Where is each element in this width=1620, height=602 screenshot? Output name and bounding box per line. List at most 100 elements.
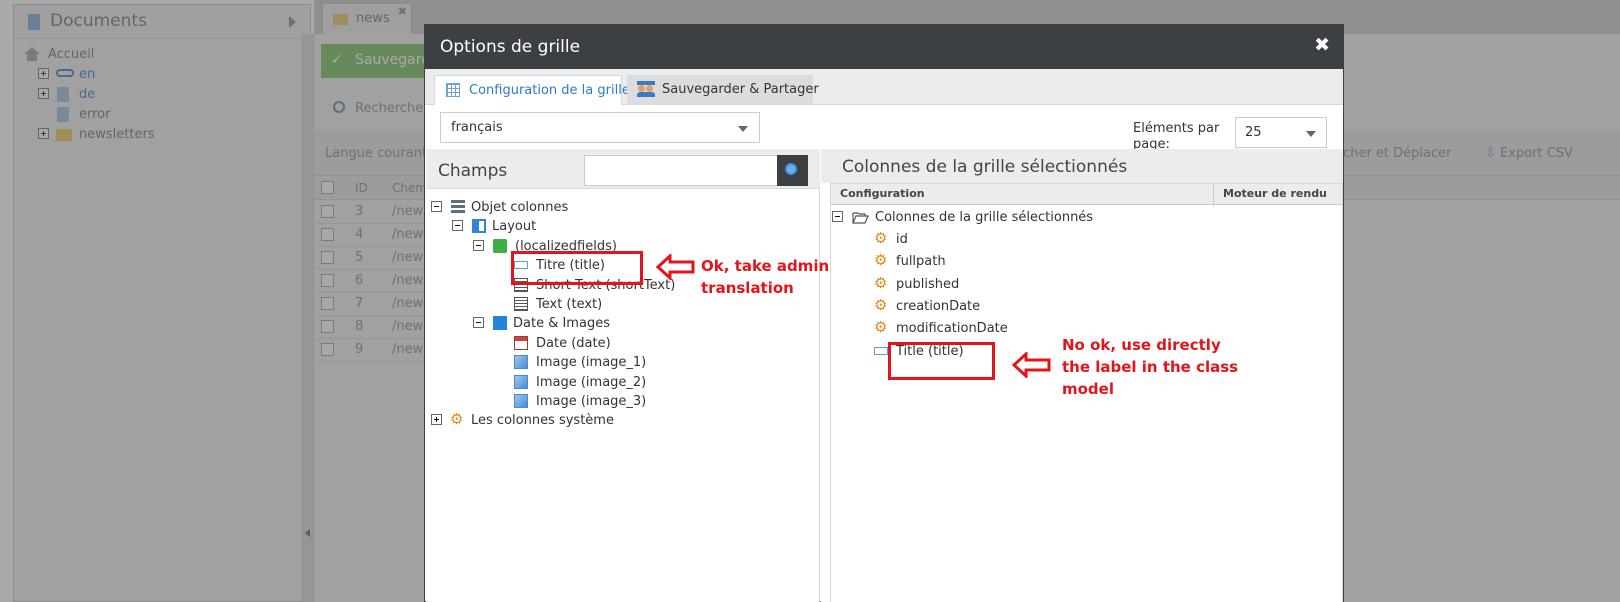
- row-path: /new: [392, 250, 424, 265]
- collapse-icon[interactable]: [431, 201, 442, 212]
- check-icon: ✓: [331, 52, 343, 68]
- close-icon[interactable]: ✖: [1314, 34, 1330, 56]
- collapse-icon[interactable]: [832, 211, 843, 222]
- tab-grid-configuration[interactable]: Configuration de la grille: [434, 75, 630, 105]
- tree-node-label: Text (text): [536, 297, 603, 312]
- column-header-path[interactable]: Chem: [392, 181, 427, 195]
- row-checkbox[interactable]: [321, 274, 334, 287]
- row-id: 8: [355, 319, 364, 334]
- annotation-not-ok-text: No ok, use directly the label in the cla…: [1062, 336, 1239, 398]
- tab-search[interactable]: Recherche,: [321, 94, 431, 124]
- collapse-icon[interactable]: [473, 240, 484, 251]
- tree-node-objects[interactable]: Objet colonnes: [431, 198, 731, 218]
- select-all-checkbox[interactable]: [321, 181, 334, 194]
- fields-search-input[interactable]: [584, 155, 778, 186]
- row-checkbox[interactable]: [321, 251, 334, 264]
- annotation-highlight-title: [888, 342, 995, 380]
- annotation-arrow-left-icon: [1012, 352, 1051, 378]
- tree-node-label: Image (image_1): [536, 355, 647, 370]
- export-csv-button[interactable]: ⇩ Export CSV: [1485, 146, 1573, 161]
- chevron-down-icon[interactable]: [738, 126, 748, 132]
- selected-column-item[interactable]: ⚙ creationDate: [874, 297, 1174, 317]
- save-button[interactable]: ✓ Sauvegarder: [321, 44, 444, 78]
- folder-open-icon: [852, 210, 869, 224]
- gear-icon: ⚙: [874, 251, 888, 269]
- collapse-icon[interactable]: [473, 317, 484, 328]
- tree-field-image-3[interactable]: Image (image_3): [514, 392, 814, 412]
- column-header-id[interactable]: ID: [355, 181, 368, 195]
- export-csv-label: Export CSV: [1500, 146, 1573, 161]
- row-path: /new: [392, 319, 424, 334]
- tree-node-label: Layout: [492, 219, 537, 234]
- row-id: 4: [355, 227, 364, 242]
- page-icon: [57, 107, 69, 122]
- search-tab-label: Recherche,: [355, 101, 428, 116]
- collapse-left-icon[interactable]: [305, 529, 310, 537]
- row-path: /new: [392, 204, 424, 219]
- selected-column-label: fullpath: [896, 254, 946, 269]
- stack-icon: [451, 200, 465, 214]
- tree-field-image-1[interactable]: Image (image_1): [514, 353, 814, 373]
- language-select-value: français: [451, 120, 503, 135]
- grid-options-dialog: Options de grille ✖ Configuration de la …: [424, 24, 1344, 602]
- tree-node-accueil[interactable]: Accueil: [24, 45, 224, 65]
- tree-node-date-images[interactable]: Date & Images: [473, 314, 773, 334]
- fields-panel-title: Champs: [438, 161, 508, 181]
- row-checkbox[interactable]: [321, 343, 334, 356]
- tree-node-system-columns[interactable]: ⚙ Les colonnes système: [431, 411, 731, 431]
- row-checkbox[interactable]: [321, 297, 334, 310]
- expand-icon[interactable]: [38, 68, 49, 79]
- tree-node-selected-root[interactable]: Colonnes de la grille sélectionnés: [832, 208, 1232, 228]
- tree-node-label: error: [79, 107, 111, 122]
- tree-node-label: Image (image_3): [536, 394, 647, 409]
- home-icon: [24, 47, 40, 61]
- row-checkbox[interactable]: [321, 205, 334, 218]
- column-header-configuration[interactable]: Configuration: [840, 187, 925, 200]
- tree-node-en[interactable]: en: [38, 65, 238, 85]
- close-tab-icon[interactable]: ✖: [398, 5, 407, 18]
- image-icon: [514, 355, 528, 369]
- tab-news[interactable]: news ✖: [322, 3, 412, 34]
- collapse-arrow-icon[interactable]: [289, 16, 296, 28]
- chevron-down-icon[interactable]: [1306, 131, 1316, 137]
- search-move-button[interactable]: rcher et Déplacer: [1338, 146, 1451, 161]
- tree-node-newsletters[interactable]: newsletters: [38, 125, 238, 145]
- per-page-select[interactable]: 25: [1235, 117, 1327, 148]
- expand-icon[interactable]: [38, 128, 49, 139]
- expand-icon[interactable]: [38, 88, 49, 99]
- tree-node-label: Colonnes de la grille sélectionnés: [875, 210, 1094, 225]
- gear-icon: ⚙: [874, 296, 888, 314]
- tree-node-layout[interactable]: Layout: [452, 217, 752, 237]
- tab-label: news: [356, 11, 390, 26]
- tree-node-de[interactable]: de: [38, 85, 238, 105]
- collapse-icon[interactable]: [452, 220, 463, 231]
- row-id: 3: [355, 204, 364, 219]
- column-header-renderer[interactable]: Moteur de rendu: [1223, 187, 1327, 200]
- selected-columns-title: Colonnes de la grille sélectionnés: [842, 157, 1128, 177]
- row-checkbox[interactable]: [321, 320, 334, 333]
- tree-field-image-2[interactable]: Image (image_2): [514, 373, 814, 393]
- tree-node-label: newsletters: [79, 127, 155, 142]
- panel-icon: [493, 316, 507, 330]
- selected-column-item[interactable]: ⚙ id: [874, 230, 1174, 250]
- language-select[interactable]: français: [440, 112, 760, 143]
- selected-column-item[interactable]: ⚙ published: [874, 275, 1174, 295]
- panel-splitter[interactable]: [302, 34, 314, 602]
- selected-column-item[interactable]: ⚙ fullpath: [874, 252, 1174, 272]
- folder-icon: [333, 14, 348, 25]
- tree-node-error[interactable]: error: [38, 105, 238, 125]
- row-id: 7: [355, 296, 364, 311]
- document-icon: [28, 14, 40, 30]
- row-path: /new: [392, 296, 424, 311]
- share-users-icon: [637, 81, 655, 97]
- tab-save-share[interactable]: Sauvegarder & Partager: [627, 75, 819, 105]
- page-icon: [57, 87, 69, 102]
- download-icon: ⇩: [1485, 146, 1501, 161]
- column-divider[interactable]: [1213, 184, 1214, 206]
- documents-panel-title: Documents: [50, 11, 147, 31]
- fields-search-button[interactable]: [777, 155, 808, 186]
- expand-icon[interactable]: [431, 414, 442, 425]
- row-checkbox[interactable]: [321, 228, 334, 241]
- dialog-tab-bar: Configuration de la grille Sauvegarder &…: [425, 69, 1343, 105]
- tree-field-date[interactable]: Date (date): [514, 334, 814, 354]
